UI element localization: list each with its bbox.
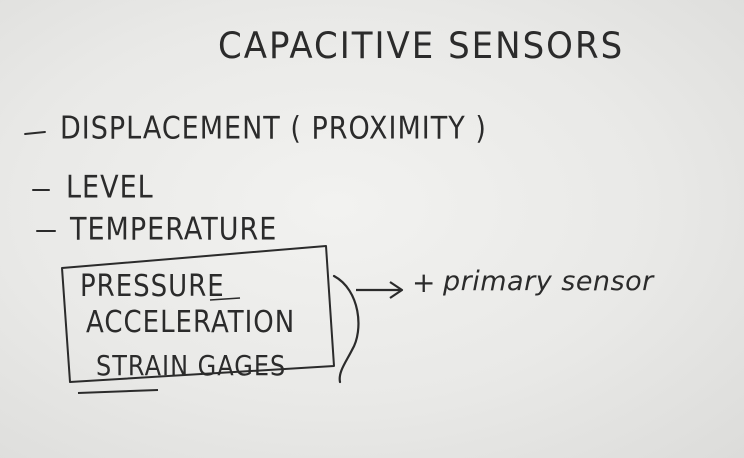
list-item-level: LEVEL	[66, 169, 154, 206]
board-title: CAPACITIVE SENSORS	[218, 24, 625, 68]
annotation-plus: +	[412, 266, 437, 299]
boxed-item-strain-gages: STRAIN GAGES	[96, 349, 287, 383]
bullet-dash	[32, 189, 50, 191]
bullet-dash	[36, 230, 56, 232]
boxed-item-pressure: PRESSURE	[80, 269, 225, 305]
boxed-item-acceleration: ACCELERATION	[86, 305, 296, 341]
list-item-temperature: TEMPERATURE	[70, 211, 278, 248]
list-item-displacement: DISPLACEMENT ( PROXIMITY )	[60, 110, 487, 147]
annotation-primary-sensor: primary sensor	[443, 266, 654, 297]
